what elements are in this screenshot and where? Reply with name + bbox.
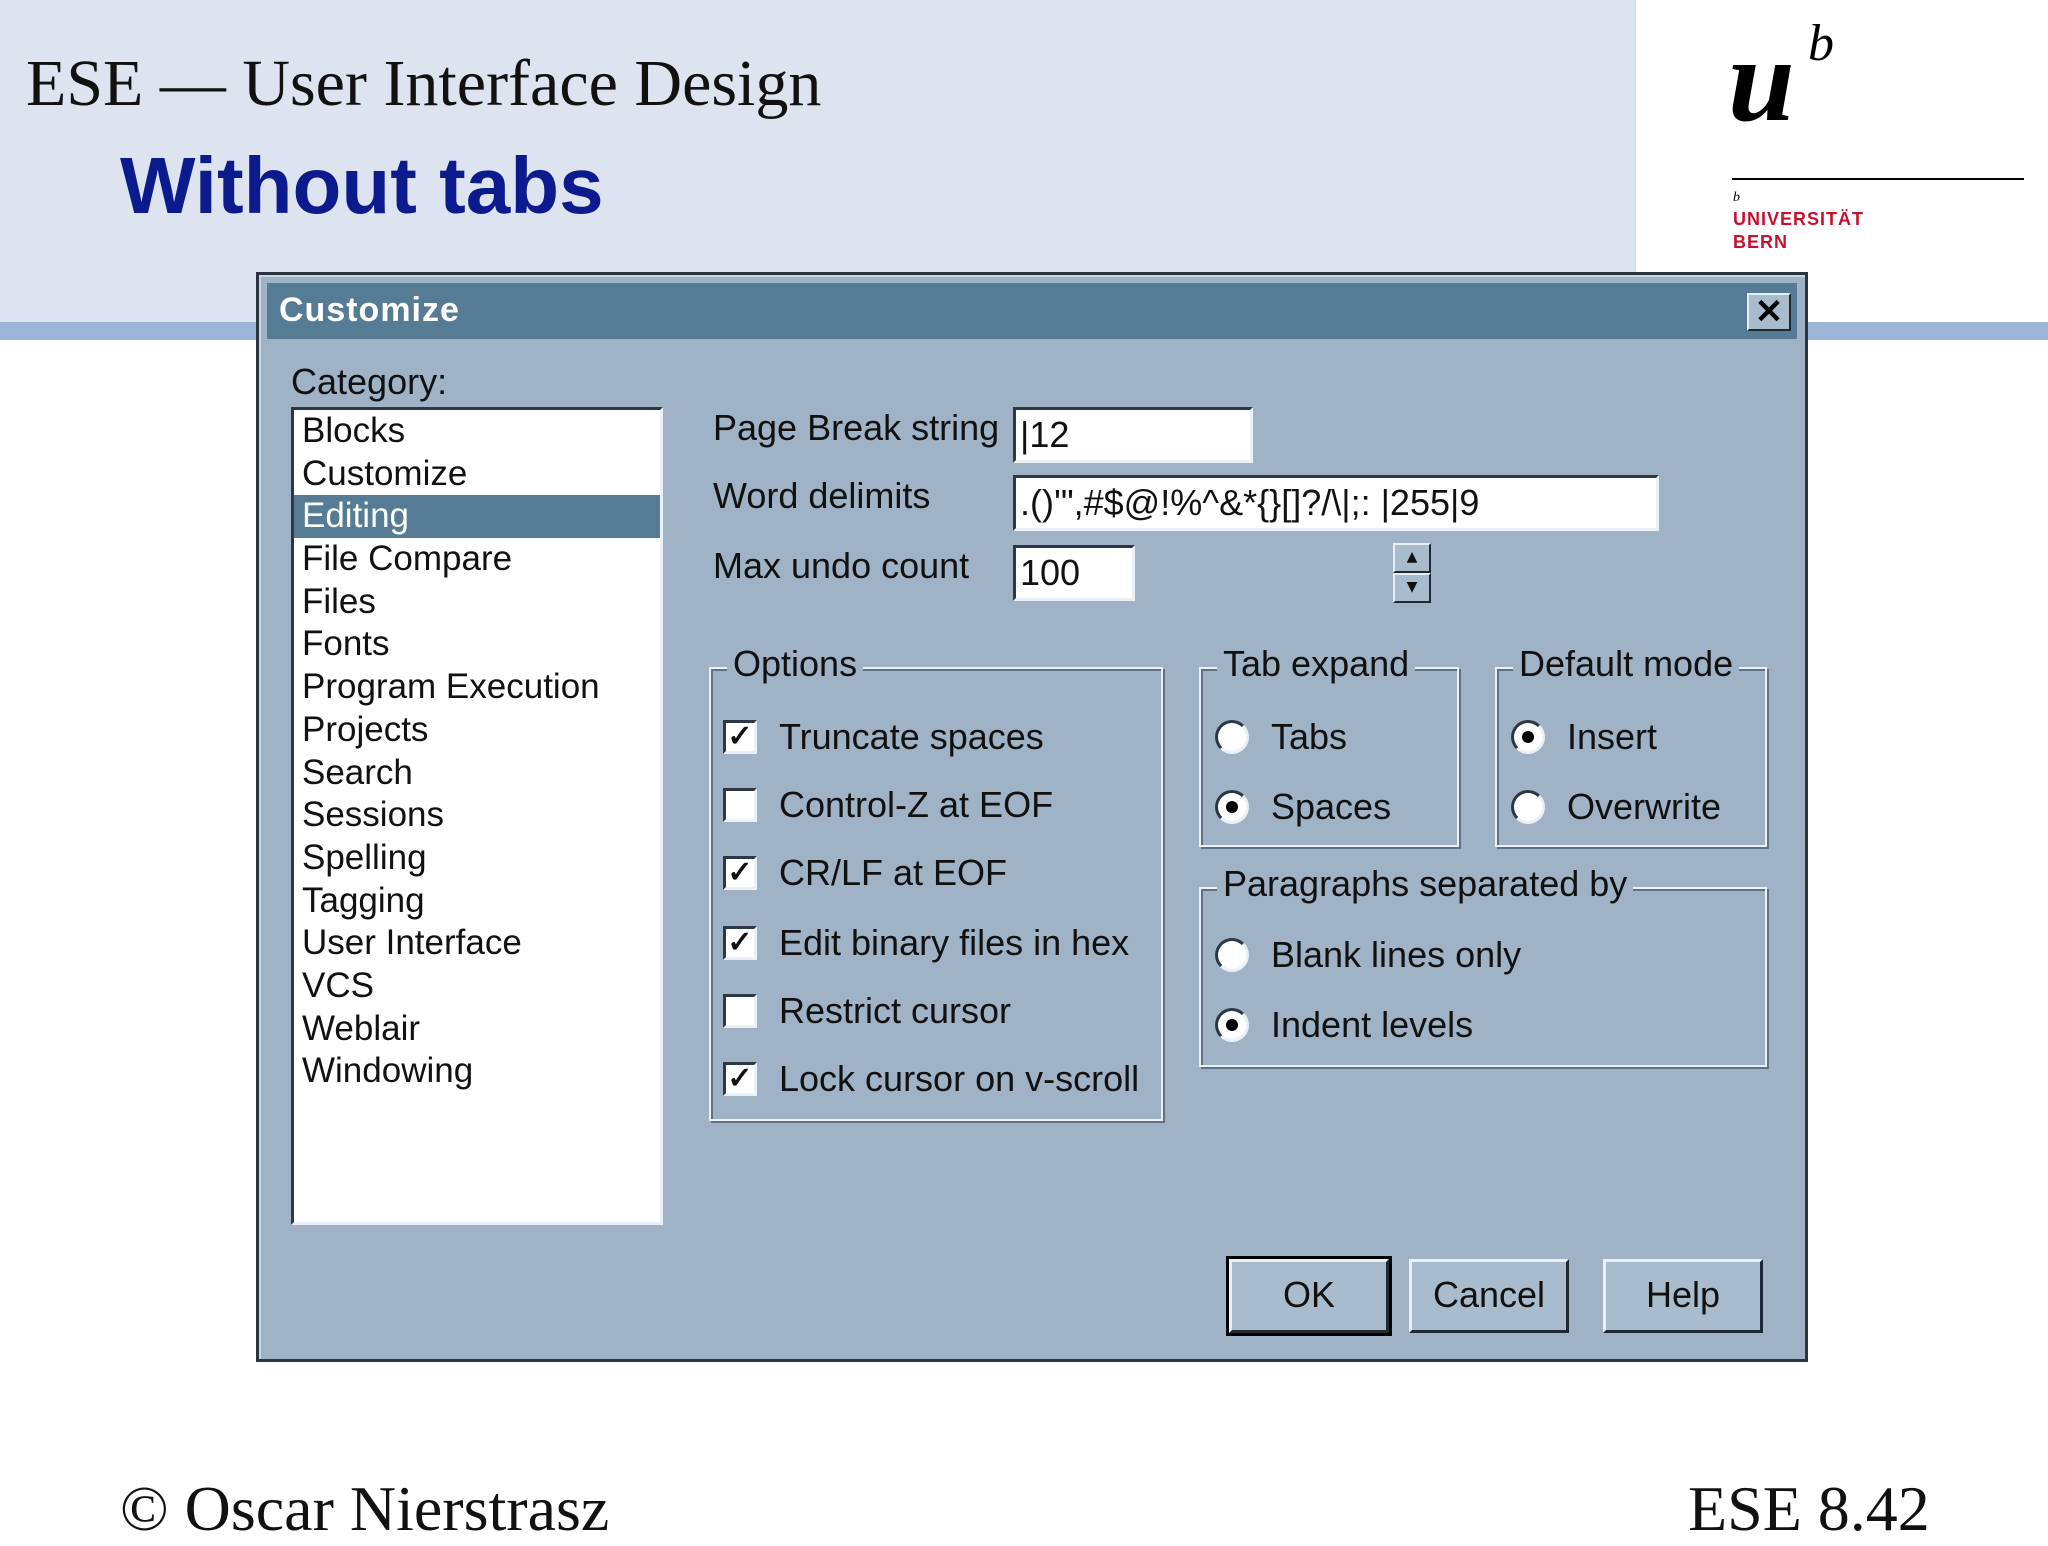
max-undo-spinner[interactable]: ▲ ▼	[1393, 543, 1431, 603]
max-undo-input[interactable]: 100	[1013, 545, 1135, 601]
radio-overwrite[interactable]: Overwrite	[1511, 783, 1721, 831]
university-logo-u: u	[1728, 13, 1795, 146]
option-label: Truncate spaces	[779, 716, 1044, 757]
category-label: Category:	[291, 361, 448, 402]
edit-binary-hex-checkbox[interactable]: ✓	[723, 926, 757, 960]
radio-label: Blank lines only	[1271, 934, 1522, 975]
option-edit-binary-hex[interactable]: ✓ Edit binary files in hex	[723, 919, 1129, 967]
default-mode-title: Default mode	[1513, 643, 1740, 685]
list-item[interactable]: Sessions	[294, 794, 660, 837]
option-label: Edit binary files in hex	[779, 922, 1130, 963]
spin-down-icon[interactable]: ▼	[1393, 573, 1431, 603]
tabs-radio[interactable]	[1215, 720, 1249, 754]
dialog-titlebar[interactable]: Customize ✕	[267, 283, 1797, 339]
footer-author: © Oscar Nierstrasz	[120, 1473, 610, 1544]
list-item[interactable]: File Compare	[294, 538, 660, 581]
slide-title: Without tabs	[120, 141, 604, 230]
blank-lines-radio[interactable]	[1215, 938, 1249, 972]
customize-dialog: Customize ✕ Category: Blocks Customize E…	[256, 272, 1808, 1362]
university-name: UNIVERSITÄT BERN	[1733, 208, 1864, 254]
tab-expand-title: Tab expand	[1217, 643, 1416, 685]
category-listbox[interactable]: Blocks Customize Editing File Compare Fi…	[291, 407, 663, 1225]
radio-label: Tabs	[1271, 716, 1348, 757]
list-item[interactable]: VCS	[294, 965, 660, 1008]
option-restrict-cursor[interactable]: Restrict cursor	[723, 987, 1011, 1035]
spaces-radio[interactable]	[1215, 790, 1249, 824]
list-item[interactable]: Weblair	[294, 1008, 660, 1051]
list-item[interactable]: Files	[294, 581, 660, 624]
list-item[interactable]: Blocks	[294, 410, 660, 453]
control-z-checkbox[interactable]	[723, 788, 757, 822]
options-group-title: Options	[727, 643, 864, 685]
overwrite-radio[interactable]	[1511, 790, 1545, 824]
page-break-label: Page Break string	[713, 407, 1000, 448]
list-item[interactable]: Search	[294, 752, 660, 795]
list-item[interactable]: User Interface	[294, 922, 660, 965]
university-name-line1: UNIVERSITÄT	[1733, 209, 1865, 229]
list-item[interactable]: Fonts	[294, 623, 660, 666]
word-delimits-label: Word delimits	[713, 475, 931, 516]
paragraphs-title: Paragraphs separated by	[1217, 863, 1634, 905]
list-item[interactable]: Tagging	[294, 880, 660, 923]
radio-insert[interactable]: Insert	[1511, 713, 1657, 761]
radio-label: Indent levels	[1271, 1004, 1474, 1045]
spin-up-icon[interactable]: ▲	[1393, 543, 1431, 573]
radio-spaces[interactable]: Spaces	[1215, 783, 1391, 831]
radio-label: Insert	[1567, 716, 1658, 757]
university-logo-b: b	[1808, 15, 1834, 72]
list-item-selected[interactable]: Editing	[294, 495, 660, 539]
option-lock-cursor[interactable]: ✓ Lock cursor on v-scroll	[723, 1055, 1139, 1103]
restrict-cursor-checkbox[interactable]	[723, 994, 757, 1028]
list-item[interactable]: Customize	[294, 453, 660, 496]
option-label: Control-Z at EOF	[779, 784, 1054, 825]
option-label: CR/LF at EOF	[779, 852, 1008, 893]
help-button[interactable]: Help	[1603, 1259, 1763, 1333]
page-break-input[interactable]: |12	[1013, 407, 1253, 463]
option-truncate-spaces[interactable]: ✓ Truncate spaces	[723, 713, 1044, 761]
ok-button[interactable]: OK	[1226, 1256, 1392, 1336]
option-label: Restrict cursor	[779, 990, 1012, 1031]
radio-label: Spaces	[1271, 786, 1392, 827]
radio-indent-levels[interactable]: Indent levels	[1215, 1001, 1473, 1049]
radio-blank-lines[interactable]: Blank lines only	[1215, 931, 1521, 979]
cancel-button[interactable]: Cancel	[1409, 1259, 1569, 1333]
radio-label: Overwrite	[1567, 786, 1722, 827]
logo-small-b: b	[1733, 190, 1740, 205]
university-name-line2: BERN	[1733, 232, 1789, 252]
radio-tabs[interactable]: Tabs	[1215, 713, 1347, 761]
crlf-checkbox[interactable]: ✓	[723, 856, 757, 890]
course-title: ESE — User Interface Design	[26, 47, 822, 120]
lock-cursor-checkbox[interactable]: ✓	[723, 1062, 757, 1096]
option-control-z[interactable]: Control-Z at EOF	[723, 781, 1053, 829]
max-undo-label: Max undo count	[713, 545, 970, 586]
list-item[interactable]: Projects	[294, 709, 660, 752]
close-button[interactable]: ✕	[1747, 293, 1791, 331]
list-item[interactable]: Windowing	[294, 1050, 660, 1093]
list-item[interactable]: Program Execution	[294, 666, 660, 709]
truncate-spaces-checkbox[interactable]: ✓	[723, 720, 757, 754]
option-crlf[interactable]: ✓ CR/LF at EOF	[723, 849, 1007, 897]
insert-radio[interactable]	[1511, 720, 1545, 754]
footer-slide-number: ESE 8.42	[1688, 1473, 1930, 1544]
list-item[interactable]: Spelling	[294, 837, 660, 880]
indent-levels-radio[interactable]	[1215, 1008, 1249, 1042]
option-label: Lock cursor on v-scroll	[779, 1058, 1140, 1099]
word-delimits-input[interactable]: .()'",#$@!%^&*{}[]?/\|;: |255|9	[1013, 475, 1659, 531]
dialog-title: Customize	[279, 291, 460, 329]
logo-divider	[1732, 178, 2024, 180]
